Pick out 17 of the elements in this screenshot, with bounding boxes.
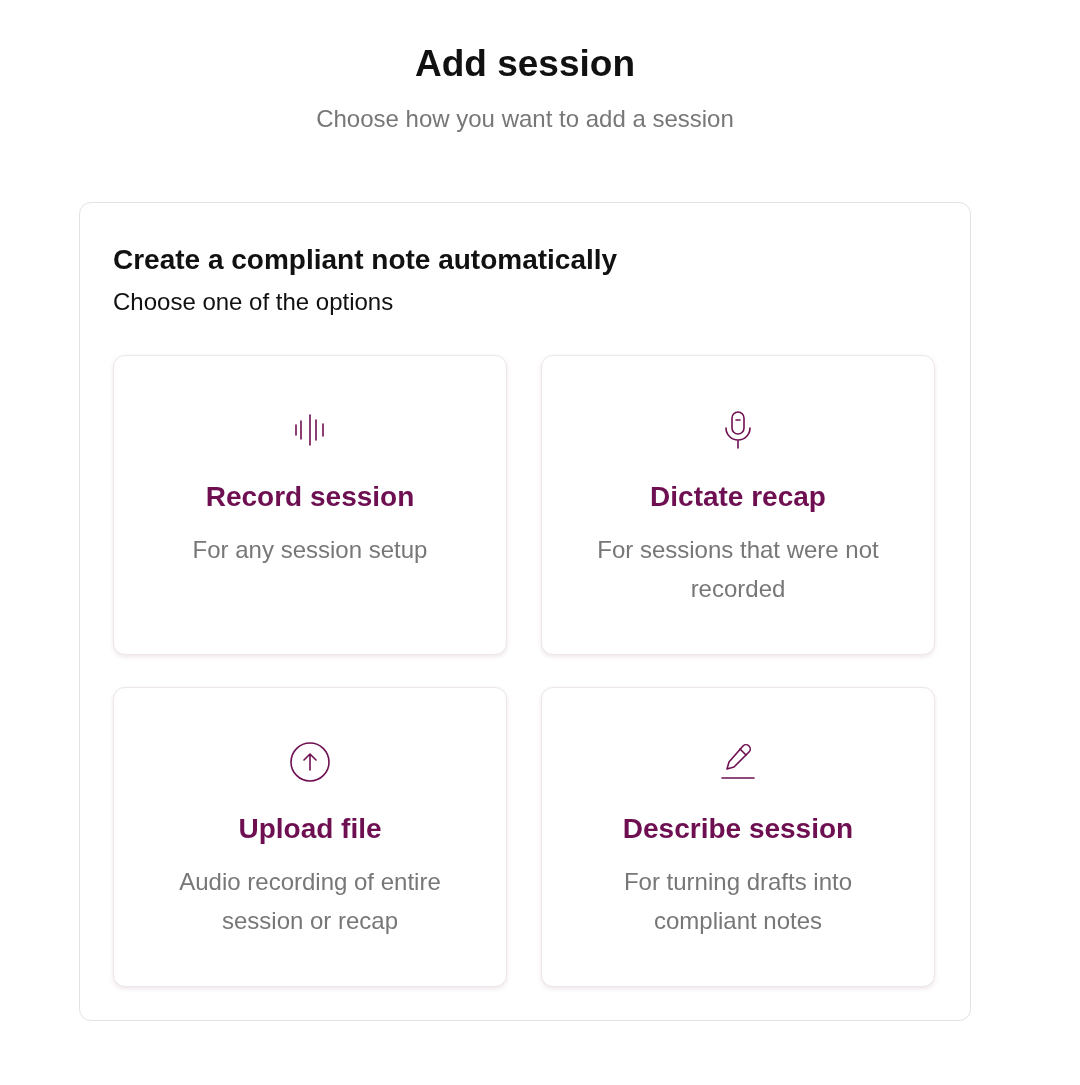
option-description: For any session setup bbox=[192, 535, 428, 565]
option-card[interactable]: Describe session For turning drafts into compliant notes bbox=[541, 687, 935, 987]
option-title: Dictate recap bbox=[650, 480, 826, 514]
option-title: Upload file bbox=[238, 812, 382, 846]
option-title: Record session bbox=[205, 480, 415, 514]
page-subtitle: Choose how you want to add a session bbox=[316, 104, 734, 134]
option-title: Describe session bbox=[622, 812, 854, 846]
panel-subtitle: Choose one of the options bbox=[113, 287, 395, 317]
page-title: Add session bbox=[415, 42, 635, 86]
panel-title: Create a compliant note automatically bbox=[113, 243, 619, 277]
option-card[interactable]: Dictate recap For sessions that were not recorded bbox=[541, 355, 935, 655]
option-description: For turning drafts into compliant notes bbox=[622, 867, 854, 936]
option-description: Audio recording of entire session or recap bbox=[178, 867, 442, 936]
option-card[interactable]: Record session For any session setup bbox=[113, 355, 507, 655]
upload-icon bbox=[288, 740, 332, 784]
option-description: For sessions that were not recorded bbox=[596, 535, 880, 604]
option-card[interactable]: Upload file Audio recording of entire session or recap bbox=[113, 687, 507, 987]
